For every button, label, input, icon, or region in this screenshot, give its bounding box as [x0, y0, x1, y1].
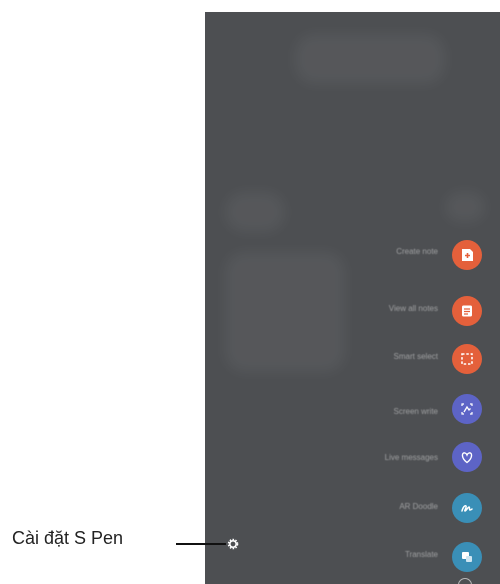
menu-item-label: View all notes: [388, 304, 438, 313]
s-pen-settings-caption: Cài đặt S Pen: [12, 528, 124, 548]
blurred-background-shape: [225, 192, 285, 232]
phone-screen: Create note View all notes Smart select …: [205, 12, 500, 584]
live-messages-icon: [461, 452, 473, 464]
ar-doodle-icon: [461, 505, 473, 512]
create-note-button[interactable]: [452, 240, 482, 270]
blurred-background-shape: [445, 192, 485, 222]
view-notes-icon: [462, 305, 472, 317]
menu-item-label: Smart select: [393, 352, 438, 361]
create-note-icon: [462, 249, 473, 261]
translate-icon: [462, 552, 472, 562]
screen-write-button[interactable]: [452, 394, 482, 424]
smart-select-button[interactable]: [452, 344, 482, 374]
ar-doodle-button[interactable]: [452, 493, 482, 523]
callout-line: [176, 543, 226, 545]
live-messages-button[interactable]: [452, 442, 482, 472]
menu-item-label: Live messages: [384, 453, 438, 462]
smart-select-icon: [461, 353, 473, 365]
menu-item-label: Create note: [396, 247, 438, 256]
blurred-background-shape: [295, 34, 445, 84]
menu-item-label: Screen write: [393, 407, 438, 416]
screen-write-icon: [461, 403, 473, 415]
menu-item-label: Translate: [404, 550, 438, 559]
translate-button[interactable]: [452, 542, 482, 572]
menu-item-label: AR Doodle: [399, 502, 438, 511]
bottom-indicator-icon: [458, 578, 472, 584]
view-all-notes-button[interactable]: [452, 296, 482, 326]
gear-icon[interactable]: [227, 538, 239, 550]
blurred-background-shape: [225, 252, 345, 372]
